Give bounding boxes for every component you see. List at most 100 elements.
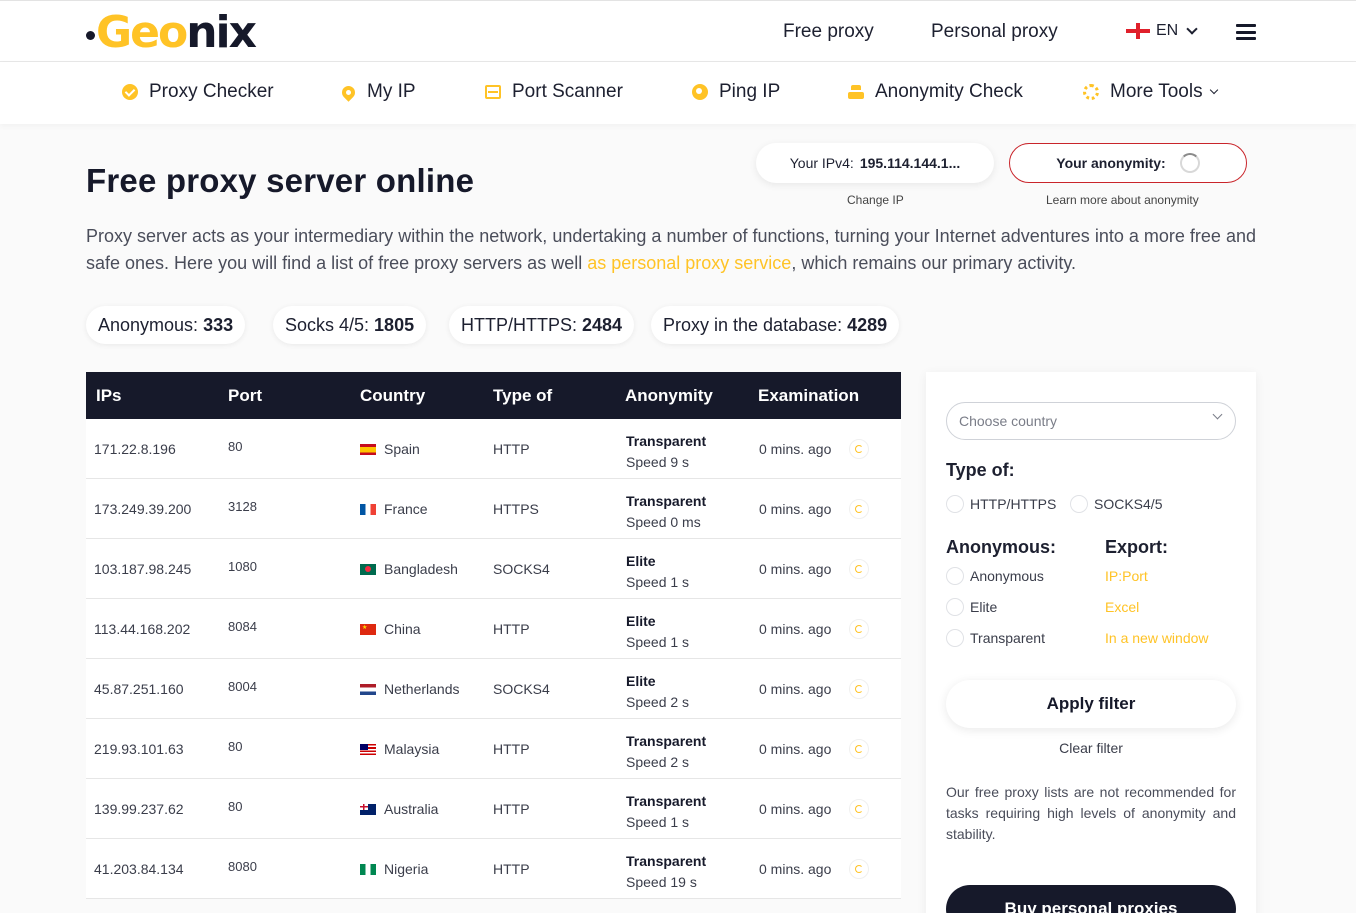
col-header-anonymity[interactable]: Anonymity: [625, 386, 713, 406]
language-selector[interactable]: EN: [1126, 22, 1198, 40]
table-row[interactable]: 103.187.98.245 1080 Bangladesh SOCKS4 Elite S…: [86, 539, 901, 599]
change-ip-link[interactable]: Change IP: [847, 193, 904, 207]
geonix-logo[interactable]: Geo nix: [86, 7, 257, 58]
speed-value: Speed 19 s: [626, 874, 697, 890]
cell-ip[interactable]: 219.93.101.63: [94, 741, 184, 757]
stat-value: 1805: [374, 314, 415, 335]
table-row[interactable]: 45.87.251.160 8004 Netherlands SOCKS4 Elite S…: [86, 659, 901, 719]
cell-ip[interactable]: 103.187.98.245: [94, 561, 191, 577]
radio-socks[interactable]: SOCKS4/5: [1070, 495, 1162, 513]
cell-type: HTTP: [493, 441, 530, 457]
ping-icon: [691, 83, 709, 101]
ip-value: 195.114.144.1...: [859, 155, 961, 171]
table-row[interactable]: 171.22.8.196 80 Spain HTTP Transparent Speed …: [86, 419, 901, 479]
country-flag-icon: [360, 503, 376, 515]
filter-panel: Choose country Type of: HTTP/HTTPS SOCKS…: [926, 372, 1256, 913]
tool-label: More Tools: [1110, 81, 1203, 102]
refresh-check-icon[interactable]: [849, 499, 869, 519]
radio-elite[interactable]: Elite: [946, 598, 997, 616]
radio-circle[interactable]: [946, 495, 964, 513]
logo-text-prefix: Geo: [96, 7, 188, 58]
language-code: EN: [1156, 22, 1179, 39]
hamburger-menu-icon[interactable]: [1236, 24, 1256, 40]
stat-value: 2484: [582, 314, 623, 335]
cell-type: HTTP: [493, 801, 530, 817]
anonymity-pill[interactable]: Your anonymity:: [1009, 143, 1247, 183]
refresh-check-icon[interactable]: [849, 859, 869, 879]
apply-filter-button[interactable]: Apply filter: [946, 680, 1236, 728]
export-new-window-link[interactable]: In a new window: [1105, 630, 1209, 646]
tool-proxy-checker[interactable]: Proxy Checker: [121, 81, 274, 103]
cell-port: 8004: [228, 679, 257, 694]
refresh-check-icon[interactable]: [849, 559, 869, 579]
refresh-check-icon[interactable]: [849, 439, 869, 459]
cell-country: ★ China: [360, 621, 421, 637]
radio-circle[interactable]: [1070, 495, 1088, 513]
country-select[interactable]: Choose country: [946, 402, 1236, 440]
anonymity-level: Transparent: [626, 493, 707, 509]
refresh-check-icon[interactable]: [849, 799, 869, 819]
cell-port: 8080: [228, 859, 257, 874]
cell-ip[interactable]: 41.203.84.134: [94, 861, 184, 877]
refresh-check-icon[interactable]: [849, 619, 869, 639]
export-ipport-link[interactable]: IP:Port: [1105, 568, 1148, 584]
col-header-examination[interactable]: Examination: [758, 386, 859, 406]
your-ip-pill[interactable]: Your IPv4: 195.114.144.1...: [756, 143, 994, 183]
table-row[interactable]: 41.203.84.134 8080 Nigeria HTTP Transparent S…: [86, 839, 901, 899]
tool-more-tools[interactable]: More Tools: [1082, 81, 1218, 103]
cell-ip[interactable]: 171.22.8.196: [94, 441, 176, 457]
cell-country: Nigeria: [360, 861, 428, 877]
table-row[interactable]: 173.249.39.200 3128 France HTTPS Transparent…: [86, 479, 901, 539]
stat-label: HTTP/HTTPS:: [461, 314, 577, 335]
table-row[interactable]: 219.93.101.63 80 Malaysia HTTP Transparent Sp…: [86, 719, 901, 779]
anonymity-icon: [847, 83, 865, 101]
cell-anonymity: Transparent Speed 2 s: [626, 731, 706, 773]
col-header-country[interactable]: Country: [360, 386, 425, 406]
tool-label: My IP: [367, 81, 416, 102]
stat-database: Proxy in the database: 4289: [651, 306, 900, 344]
country-flag-icon: [360, 803, 376, 815]
cell-ip[interactable]: 139.99.237.62: [94, 801, 184, 817]
tool-anonymity-check[interactable]: Anonymity Check: [847, 81, 1023, 103]
cell-examination: 0 mins. ago: [759, 861, 832, 877]
cell-ip[interactable]: 45.87.251.160: [94, 681, 184, 697]
radio-http-https[interactable]: HTTP/HTTPS: [946, 495, 1056, 513]
col-header-ips[interactable]: IPs: [96, 386, 122, 406]
col-header-port[interactable]: Port: [228, 386, 262, 406]
anonymity-level: Transparent: [626, 433, 707, 449]
cell-country: Bangladesh: [360, 561, 458, 577]
cell-anonymity: Transparent Speed 0 ms: [626, 491, 706, 533]
personal-proxy-link[interactable]: as personal proxy service: [587, 253, 791, 273]
stat-anonymous: Anonymous: 333: [86, 306, 246, 344]
chevron-down-icon: [1212, 409, 1223, 420]
table-row[interactable]: 113.44.168.202 8084 ★ China HTTP Elite Speed 1…: [86, 599, 901, 659]
tool-port-scanner[interactable]: Port Scanner: [484, 81, 623, 103]
learn-anonymity-link[interactable]: Learn more about anonymity: [1046, 193, 1199, 207]
logo-text-suffix: nix: [186, 7, 257, 58]
cell-examination: 0 mins. ago: [759, 561, 832, 577]
radio-anonymous[interactable]: Anonymous: [946, 567, 1044, 585]
stat-value: 333: [203, 314, 234, 335]
radio-circle[interactable]: [946, 598, 964, 616]
radio-circle[interactable]: [946, 567, 964, 585]
clear-filter-link[interactable]: Clear filter: [946, 740, 1236, 756]
cell-ip[interactable]: 173.249.39.200: [94, 501, 191, 517]
export-excel-link[interactable]: Excel: [1105, 599, 1139, 615]
anonymity-label: Your anonymity:: [1056, 155, 1166, 171]
nav-free-proxy[interactable]: Free proxy: [783, 21, 874, 43]
buy-personal-proxies-button[interactable]: Buy personal proxies: [946, 885, 1236, 913]
radio-circle[interactable]: [946, 629, 964, 647]
table-row[interactable]: 139.99.237.62 80 Australia HTTP Transparent S…: [86, 779, 901, 839]
tool-my-ip[interactable]: My IP: [338, 81, 416, 103]
country-flag-icon: [360, 863, 376, 875]
radio-transparent[interactable]: Transparent: [946, 629, 1045, 647]
speed-value: Speed 9 s: [626, 454, 690, 470]
col-header-type[interactable]: Type of: [493, 386, 552, 406]
nav-personal-proxy[interactable]: Personal proxy: [931, 21, 1058, 43]
anonymity-level: Transparent: [626, 733, 707, 749]
cell-ip[interactable]: 113.44.168.202: [94, 621, 190, 637]
refresh-check-icon[interactable]: [849, 739, 869, 759]
refresh-check-icon[interactable]: [849, 679, 869, 699]
cell-port: 3128: [228, 499, 257, 514]
tool-ping-ip[interactable]: Ping IP: [691, 81, 780, 103]
